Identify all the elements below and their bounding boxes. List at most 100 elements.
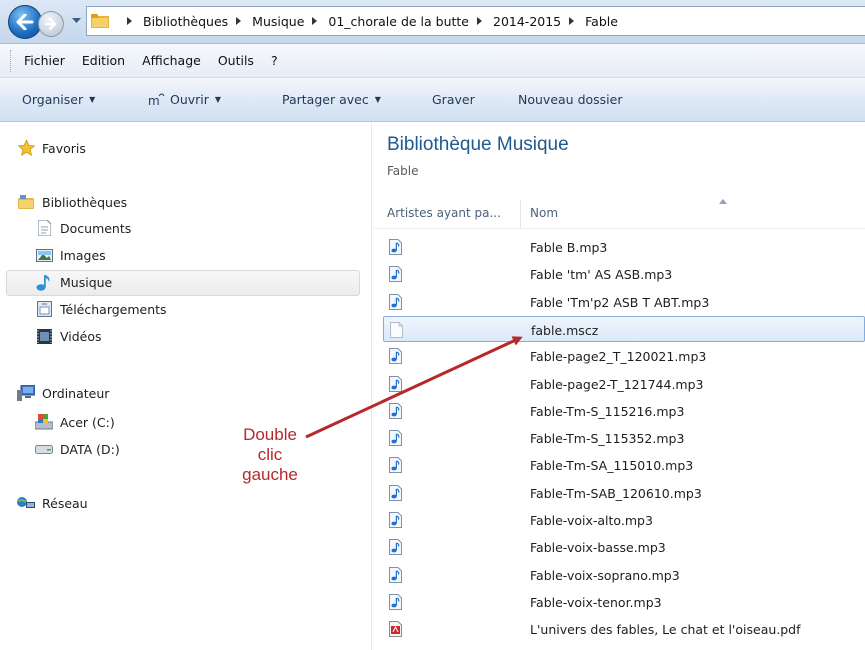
nav-item-documents[interactable]: Documents bbox=[35, 220, 131, 236]
forward-arrow-icon bbox=[45, 18, 57, 30]
back-button[interactable] bbox=[8, 5, 42, 39]
file-name: Fable-Tm-S_115352.mp3 bbox=[530, 431, 685, 446]
breadcrumb-item[interactable]: 2014-2015 bbox=[493, 14, 561, 29]
nav-label: Vidéos bbox=[60, 328, 102, 344]
menu-help[interactable]: ? bbox=[271, 53, 278, 68]
video-icon bbox=[35, 328, 53, 344]
file-row[interactable]: Fable-voix-soprano.mp3 bbox=[383, 562, 865, 588]
file-row[interactable]: Fable-page2-T_121744.mp3 bbox=[383, 371, 865, 397]
file-row[interactable]: Fable-Tm-SA_115010.mp3 bbox=[383, 452, 865, 478]
file-row[interactable]: Fable 'tm' AS ASB.mp3 bbox=[383, 261, 865, 287]
graver-button[interactable]: Graver bbox=[432, 92, 518, 107]
ouvrir-button[interactable]: m Ouvrir ▼ bbox=[148, 92, 282, 107]
nav-item-musique[interactable]: Musique bbox=[35, 274, 112, 291]
breadcrumb-item[interactable]: Fable bbox=[585, 14, 618, 29]
file-row[interactable]: Fable-voix-tenor.mp3 bbox=[383, 589, 865, 615]
nav-label: Images bbox=[60, 247, 106, 263]
breadcrumb-item[interactable]: 01_chorale de la butte bbox=[328, 14, 469, 29]
nav-item-bibliotheques[interactable]: Bibliothèques bbox=[17, 194, 127, 210]
content-pane: Bibliothèque Musique Fable Artistes ayan… bbox=[373, 123, 865, 650]
column-header: Artistes ayant pa... Nom bbox=[373, 194, 865, 229]
double-click-annotation: Double clic gauche bbox=[222, 425, 318, 485]
forward-button[interactable] bbox=[38, 11, 64, 37]
drive-icon bbox=[35, 441, 53, 457]
nav-item-ordinateur[interactable]: Ordinateur bbox=[17, 385, 109, 401]
file-row[interactable]: Fable B.mp3 bbox=[383, 234, 865, 260]
address-path[interactable]: Bibliothèques Musique 01_chorale de la b… bbox=[86, 6, 865, 36]
column-header-artistes[interactable]: Artistes ayant pa... bbox=[387, 206, 501, 220]
audio-file-icon bbox=[389, 294, 402, 310]
ouvrir-label: Ouvrir bbox=[170, 92, 209, 107]
file-row[interactable]: Fable-Tm-S_115352.mp3 bbox=[383, 425, 865, 451]
downloads-icon bbox=[35, 301, 53, 317]
audio-file-icon bbox=[389, 485, 402, 501]
nav-label: Documents bbox=[60, 220, 132, 236]
file-row[interactable]: Fable-voix-basse.mp3 bbox=[383, 534, 865, 560]
column-header-nom[interactable]: Nom bbox=[530, 206, 558, 220]
audio-file-icon bbox=[389, 457, 402, 473]
breadcrumb-separator-icon bbox=[236, 16, 244, 26]
audio-file-icon bbox=[389, 266, 402, 282]
file-name: L'univers des fables, Le chat et l'oisea… bbox=[530, 622, 801, 637]
audio-file-icon bbox=[389, 594, 402, 610]
chevron-down-icon: ▼ bbox=[374, 95, 381, 104]
file-name: Fable-voix-alto.mp3 bbox=[530, 513, 653, 528]
nav-item-reseau[interactable]: Réseau bbox=[17, 495, 88, 511]
nav-item-data-drive[interactable]: DATA (D:) bbox=[35, 441, 120, 457]
breadcrumb-item[interactable]: Musique bbox=[252, 14, 304, 29]
nav-label: Acer (C:) bbox=[60, 414, 115, 430]
libraries-icon bbox=[17, 194, 35, 210]
library-subtitle: Fable bbox=[387, 164, 419, 178]
generic-file-icon bbox=[390, 322, 403, 338]
nav-item-telechargements[interactable]: Téléchargements bbox=[35, 301, 167, 317]
menu-outils[interactable]: Outils bbox=[218, 53, 254, 68]
command-bar: Organiser ▼ m Ouvrir ▼ Partager avec ▼ G… bbox=[0, 78, 865, 122]
recent-pages-dropdown[interactable] bbox=[69, 12, 83, 30]
graver-label: Graver bbox=[432, 92, 475, 107]
back-arrow-icon bbox=[16, 14, 34, 30]
file-name: Fable 'Tm'p2 ASB T ABT.mp3 bbox=[530, 295, 710, 310]
breadcrumb-separator-icon bbox=[569, 16, 577, 26]
breadcrumb-separator-icon bbox=[127, 16, 135, 26]
file-row[interactable]: Fable-Tm-S_115216.mp3 bbox=[383, 398, 865, 424]
nav-item-favoris[interactable]: Favoris bbox=[17, 140, 86, 156]
chevron-down-icon: ▼ bbox=[89, 95, 96, 104]
file-row[interactable]: L'univers des fables, Le chat et l'oisea… bbox=[383, 616, 865, 642]
document-icon bbox=[35, 220, 53, 236]
audio-file-icon bbox=[389, 376, 402, 392]
chevron-down-icon: ▼ bbox=[214, 95, 222, 104]
nav-item-images[interactable]: Images bbox=[35, 247, 106, 263]
computer-icon bbox=[17, 385, 35, 401]
audio-file-icon bbox=[389, 430, 402, 446]
file-name: Fable 'tm' AS ASB.mp3 bbox=[530, 267, 673, 282]
column-divider[interactable] bbox=[520, 200, 521, 228]
file-name: Fable-page2_T_120021.mp3 bbox=[530, 349, 707, 364]
file-row[interactable]: fable.mscz bbox=[383, 316, 865, 342]
partager-button[interactable]: Partager avec ▼ bbox=[282, 92, 432, 107]
chevron-down-icon bbox=[71, 18, 81, 23]
breadcrumb-item[interactable]: Bibliothèques bbox=[143, 14, 228, 29]
file-row[interactable]: Fable 'Tm'p2 ASB T ABT.mp3 bbox=[383, 289, 865, 315]
audio-file-icon bbox=[389, 403, 402, 419]
organiser-button[interactable]: Organiser ▼ bbox=[22, 92, 148, 107]
star-icon bbox=[17, 140, 35, 156]
file-row[interactable]: Fable-Tm-SAB_120610.mp3 bbox=[383, 480, 865, 506]
images-icon bbox=[35, 247, 53, 263]
file-row[interactable]: Fable-voix-alto.mp3 bbox=[383, 507, 865, 533]
menu-fichier[interactable]: Fichier bbox=[24, 53, 65, 68]
nav-label: Téléchargements bbox=[60, 301, 167, 317]
system-drive-icon bbox=[35, 414, 53, 430]
menu-affichage[interactable]: Affichage bbox=[142, 53, 201, 68]
menu-edition[interactable]: Edition bbox=[82, 53, 125, 68]
audio-file-icon bbox=[389, 239, 402, 255]
file-row[interactable]: Fable-page2_T_120021.mp3 bbox=[383, 343, 865, 369]
nav-item-acer-drive[interactable]: Acer (C:) bbox=[35, 414, 115, 430]
new-folder-button[interactable]: Nouveau dossier bbox=[518, 92, 622, 107]
toolbar-grip bbox=[10, 49, 14, 72]
file-name: Fable-voix-tenor.mp3 bbox=[530, 595, 662, 610]
file-name: Fable B.mp3 bbox=[530, 240, 608, 255]
breadcrumb-separator-icon bbox=[312, 16, 320, 26]
organiser-label: Organiser bbox=[22, 92, 84, 107]
library-title: Bibliothèque Musique bbox=[387, 134, 569, 155]
nav-item-videos[interactable]: Vidéos bbox=[35, 328, 102, 344]
